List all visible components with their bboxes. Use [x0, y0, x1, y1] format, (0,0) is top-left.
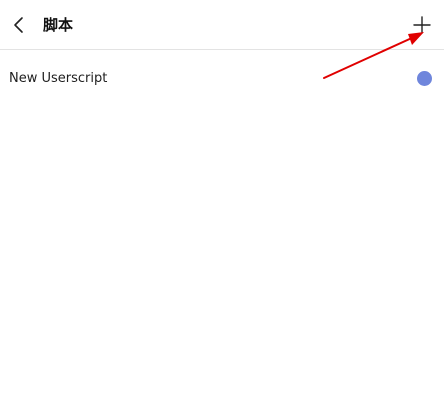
plus-icon	[413, 16, 431, 34]
back-button[interactable]	[6, 12, 32, 38]
chevron-left-icon	[14, 17, 23, 33]
script-name: New Userscript	[9, 71, 108, 86]
page-title: 脚本	[43, 16, 74, 34]
list-item[interactable]: New Userscript	[0, 51, 444, 107]
status-dot	[417, 71, 432, 86]
top-bar: 脚本	[0, 0, 444, 50]
script-list: New Userscript	[0, 51, 444, 107]
add-script-button[interactable]	[410, 13, 434, 37]
